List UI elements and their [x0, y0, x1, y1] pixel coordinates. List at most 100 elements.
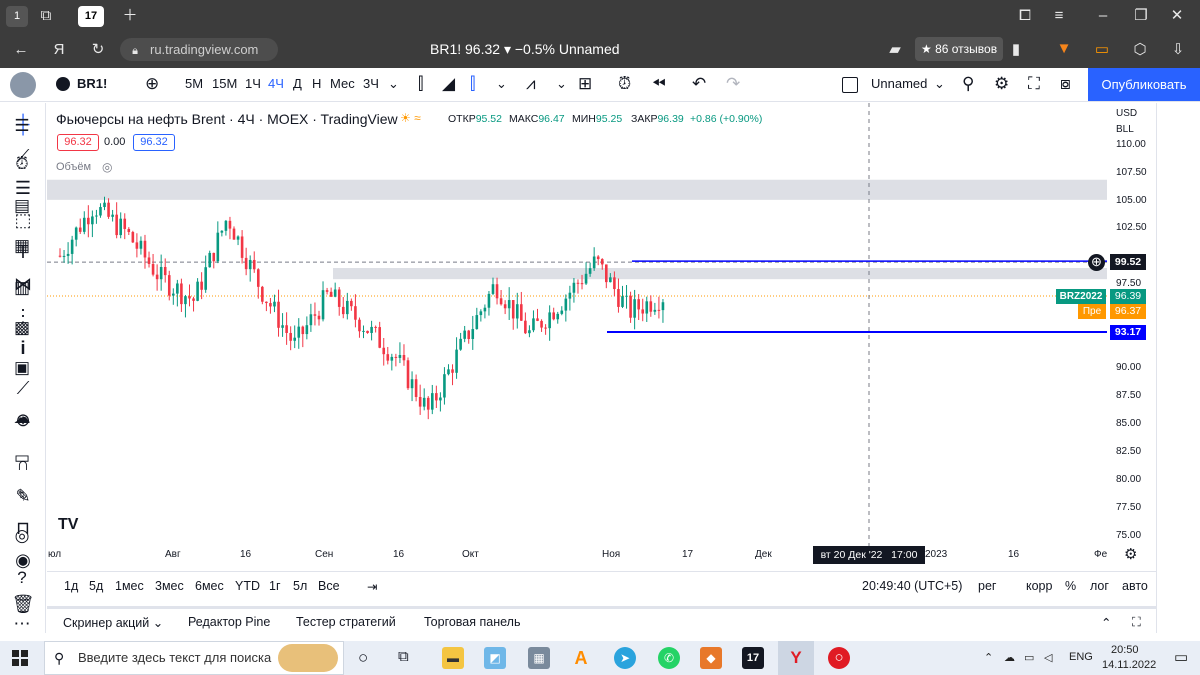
search-icon[interactable]: ⚲ [962, 74, 974, 94]
metamask-icon[interactable]: ▼ [1054, 40, 1074, 58]
calculator-icon[interactable]: ▦ [528, 647, 550, 669]
interval-4h[interactable]: 4Ч [268, 76, 284, 91]
ask-price[interactable]: 96.32 [133, 134, 175, 151]
new-tab-icon[interactable]: ＋ [120, 7, 140, 25]
range-5d[interactable]: 5д [89, 579, 103, 593]
yandex-icon[interactable]: Я [50, 41, 68, 59]
chat-icon[interactable]: ☁ [10, 406, 34, 430]
compare-add-icon[interactable]: ⊕ [145, 74, 159, 94]
minimize-icon[interactable]: – [1094, 7, 1112, 25]
alert-icon[interactable]: ⏰︎ [618, 74, 631, 94]
share-icon[interactable]: ▰ [886, 41, 904, 59]
chart-type-dropdown-icon[interactable]: ⌄ [496, 76, 507, 92]
tradingview-app-icon[interactable]: 17 [742, 647, 764, 669]
reviews-badge[interactable]: ★ 86 отзывов [915, 37, 1004, 61]
fullscreen-icon[interactable]: ⛶ [1028, 74, 1040, 94]
hotlist-icon[interactable]: ▦ [10, 234, 34, 258]
layout-dropdown-icon[interactable]: ⌄ [934, 76, 945, 92]
opera-icon[interactable]: ○ [828, 647, 850, 669]
cortana-icon[interactable]: ○ [358, 648, 368, 668]
calendar-icon[interactable]: ▥ [10, 276, 34, 300]
clock-readout[interactable]: 20:49:40 (UTC+5) [862, 579, 962, 593]
yandex-browser-icon[interactable]: Y [785, 647, 807, 669]
bars-icon[interactable]: ⫿ [470, 74, 475, 94]
interval-dropdown-icon[interactable]: ⌄ [388, 76, 399, 92]
camera-icon[interactable]: ⧇ [1060, 74, 1071, 94]
restore-icon[interactable]: ❐ [1132, 7, 1150, 25]
alerts-icon[interactable]: ⏰︎ [10, 152, 34, 176]
weather-icon[interactable]: ☁ [1004, 651, 1015, 664]
watchlist-icon[interactable]: ☰ [10, 114, 34, 138]
replay-icon[interactable]: ⏪︎ [652, 74, 666, 94]
more-icon[interactable]: ⋯ [10, 612, 34, 636]
range-1m[interactable]: 1мес [115, 579, 144, 593]
unit-selector[interactable]: BLL [1116, 124, 1134, 135]
tab-strategy-tester[interactable]: Тестер стратегий [296, 615, 396, 629]
goto-date-icon[interactable]: ⇥ [367, 579, 377, 594]
interval-3h[interactable]: 3Ч [363, 76, 379, 91]
undo-icon[interactable]: ↶ [692, 74, 706, 94]
tradingview-tab-icon[interactable]: 17 [78, 6, 104, 27]
interval-1h[interactable]: 1Ч [245, 76, 261, 91]
layout-icon[interactable] [842, 77, 858, 93]
redo-icon[interactable]: ↷ [726, 74, 740, 94]
telegram-icon[interactable]: ➤ [614, 647, 636, 669]
indicators-dropdown-icon[interactable]: ⌄ [556, 76, 567, 92]
range-1d[interactable]: 1д [64, 579, 78, 593]
maximize-panel-icon[interactable]: ⛶ [1132, 615, 1141, 630]
hide-volume-icon[interactable]: ◎ [102, 160, 112, 174]
volume-icon[interactable]: ◁ [1044, 651, 1052, 664]
price-chart[interactable] [47, 103, 1155, 570]
interval-day[interactable]: Д [293, 76, 302, 91]
tab-pine-editor[interactable]: Редактор Pine [188, 615, 270, 629]
tabs-icon[interactable]: ⧉ [36, 7, 56, 25]
notifications-center-icon[interactable]: ▭ [1174, 648, 1188, 666]
range-5y[interactable]: 5л [293, 579, 307, 593]
calendar2-icon[interactable]: ▩ [10, 316, 34, 340]
comments-icon[interactable]: ▭ [10, 446, 34, 470]
auto-toggle[interactable]: авто [1122, 579, 1148, 593]
notes-icon[interactable]: ◩ [484, 647, 506, 669]
interval-week[interactable]: Н [312, 76, 321, 91]
chart-type-icon[interactable]: ◢ [442, 74, 455, 94]
clock-date[interactable]: 14.11.2022 [1102, 659, 1156, 671]
templates-icon[interactable]: ⊞ [578, 74, 592, 94]
whatsapp-icon[interactable]: ✆ [658, 647, 680, 669]
network-icon[interactable]: ▭ [1024, 651, 1034, 664]
help-icon[interactable]: ? [10, 566, 34, 590]
battery-icon[interactable]: ▭ [1092, 41, 1112, 59]
session-toggle[interactable]: рег [978, 579, 996, 593]
close-icon[interactable]: ✕ [1168, 7, 1186, 25]
range-all[interactable]: Все [318, 579, 340, 593]
percent-toggle[interactable]: % [1065, 579, 1076, 593]
stream-icon[interactable]: ◎ [10, 524, 34, 548]
avatar[interactable] [10, 72, 36, 98]
explorer-icon[interactable]: ▬ [442, 647, 464, 669]
app-a-icon[interactable]: A [570, 647, 592, 669]
interval-15m[interactable]: 15М [212, 76, 237, 91]
range-6m[interactable]: 6мес [195, 579, 224, 593]
interval-5m[interactable]: 5М [185, 76, 203, 91]
bid-price[interactable]: 96.32 [57, 134, 99, 151]
collapse-panel-icon[interactable]: ⌃ [1101, 615, 1111, 630]
bookmark-icon[interactable]: ▮ [1008, 41, 1024, 59]
publish-button[interactable]: Опубликовать [1088, 68, 1200, 101]
back-icon[interactable]: ← [12, 41, 30, 59]
news-icon[interactable]: ▣ [10, 356, 34, 380]
layout-name[interactable]: Unnamed [871, 76, 927, 91]
menu-icon[interactable]: ≡ [1050, 7, 1068, 25]
adjust-toggle[interactable]: корр [1026, 579, 1052, 593]
tray-overflow-icon[interactable]: ⌃ [984, 651, 993, 664]
gear-icon[interactable]: ⚙ [994, 74, 1009, 94]
candles-icon[interactable]: ⫿ [418, 74, 423, 94]
interval-month[interactable]: Мес [330, 76, 355, 91]
range-3m[interactable]: 3мес [155, 579, 184, 593]
tab-counter[interactable]: 1 [6, 6, 28, 27]
notifications-icon[interactable]: ♮ [10, 484, 34, 508]
download-icon[interactable]: ⇩ [1168, 41, 1188, 59]
task-view-icon[interactable]: ⧉ [398, 648, 409, 665]
symbol-search[interactable]: BR1! [77, 76, 107, 91]
clock-time[interactable]: 20:50 [1111, 644, 1139, 656]
axis-settings-icon[interactable]: ⚙ [1124, 545, 1137, 563]
add-alert-icon[interactable]: ⊕ [1088, 254, 1105, 271]
